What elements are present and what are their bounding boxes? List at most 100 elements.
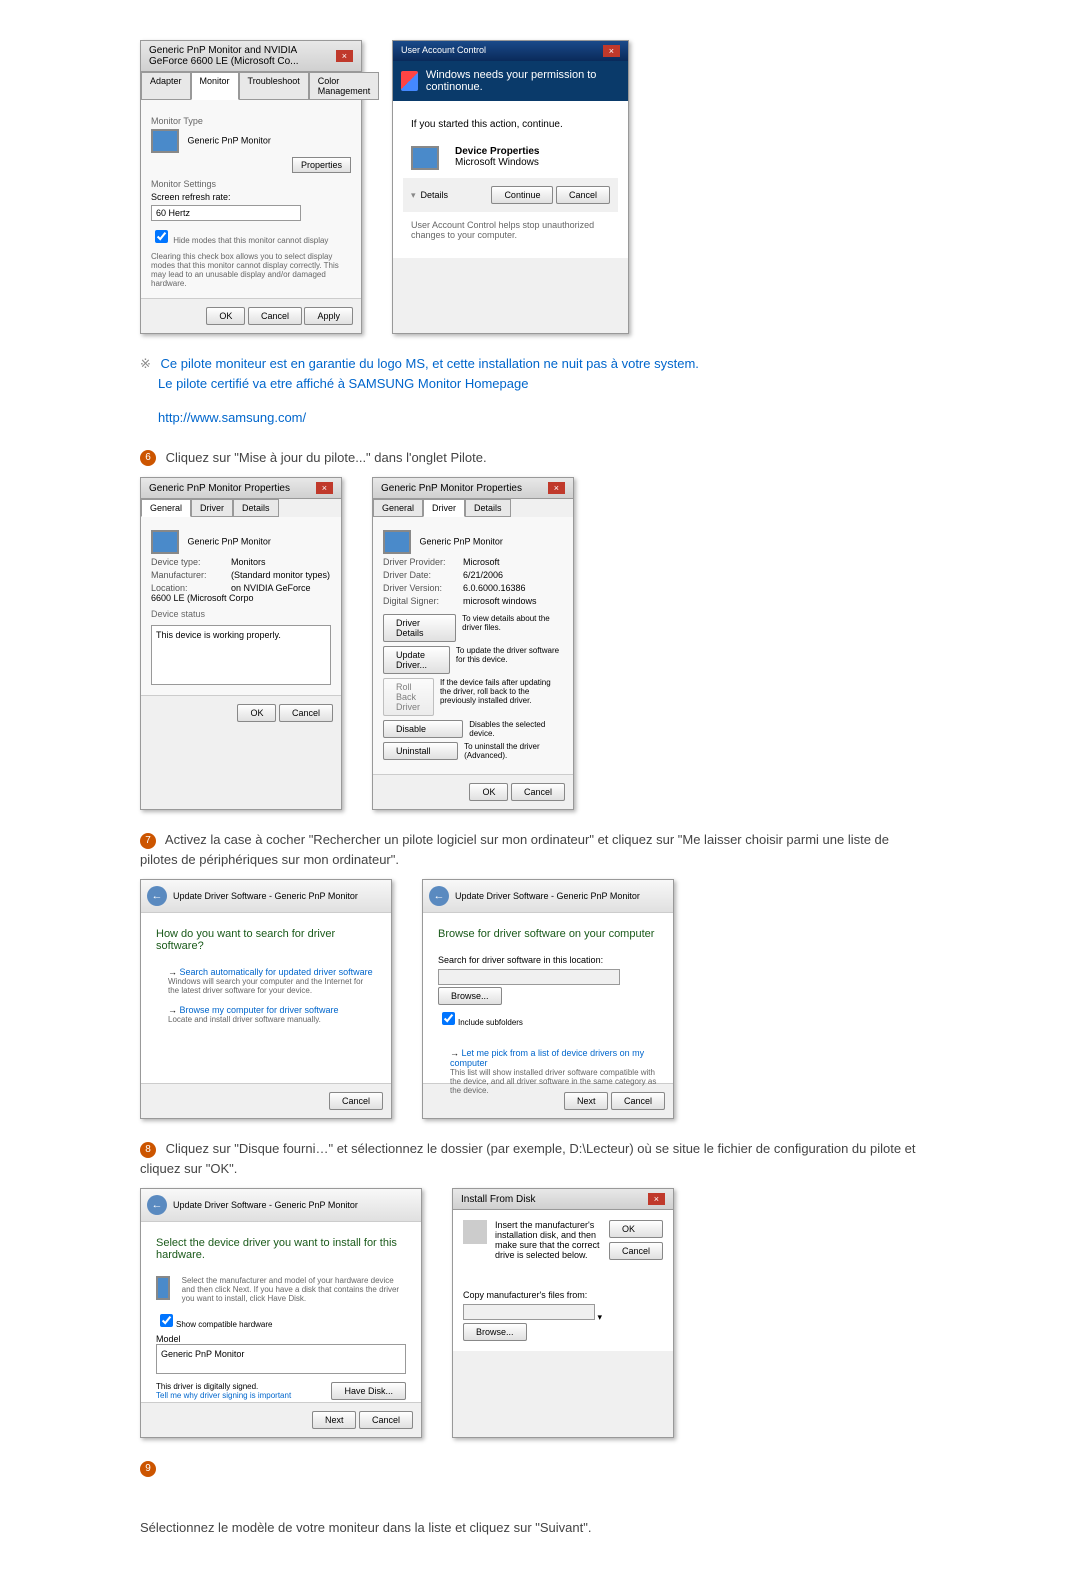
cancel-button[interactable]: Cancel xyxy=(511,783,565,801)
ok-button[interactable]: OK xyxy=(206,307,245,325)
signing-link[interactable]: Tell me why driver signing is important xyxy=(156,1391,291,1400)
tab-troubleshoot[interactable]: Troubleshoot xyxy=(239,72,309,100)
hide-modes-desc: Clearing this check box allows you to se… xyxy=(151,252,351,288)
back-arrow-icon[interactable]: ← xyxy=(147,886,167,906)
step9-text: Sélectionnez le modèle de votre moniteur… xyxy=(140,1520,591,1535)
uac-titlebar: User Account Control × xyxy=(393,41,628,61)
device-props: Device Properties xyxy=(455,146,540,157)
step8-text: Cliquez sur "Disque fourni…" et sélectio… xyxy=(140,1141,916,1176)
tabs: Adapter Monitor Troubleshoot Color Manag… xyxy=(141,72,361,100)
cancel-button[interactable]: Cancel xyxy=(556,186,610,204)
step-9-icon: 9 xyxy=(140,1461,156,1477)
step7-text: Activez la case à cocher "Rechercher un … xyxy=(140,832,889,867)
monitor-icon xyxy=(151,129,179,153)
wizard-select-dialog: ← Update Driver Software - Generic PnP M… xyxy=(140,1188,422,1438)
dialog-title: Generic PnP Monitor Properties xyxy=(381,483,522,494)
have-disk-button[interactable]: Have Disk... xyxy=(331,1382,406,1400)
note-line1: Ce pilote moniteur est en garantie du lo… xyxy=(161,356,699,371)
uac-footer: User Account Control helps stop unauthor… xyxy=(403,212,618,248)
cancel-button[interactable]: Cancel xyxy=(359,1411,413,1429)
cancel-button[interactable]: Cancel xyxy=(609,1242,663,1260)
wizard-search-dialog: ← Update Driver Software - Generic PnP M… xyxy=(140,879,392,1119)
ok-button[interactable]: OK xyxy=(609,1220,663,1238)
hide-modes-label: Hide modes that this monitor cannot disp… xyxy=(173,236,328,245)
cancel-button[interactable]: Cancel xyxy=(611,1092,665,1110)
monitor-type-label: Monitor Type xyxy=(151,116,351,126)
dialog-titlebar: Generic PnP Monitor and NVIDIA GeForce 6… xyxy=(141,41,361,72)
tab-general[interactable]: General xyxy=(373,499,423,517)
ok-button[interactable]: OK xyxy=(469,783,508,801)
cancel-button[interactable]: Cancel xyxy=(329,1092,383,1110)
tab-details[interactable]: Details xyxy=(233,499,279,517)
monitor-icon xyxy=(151,530,179,554)
refresh-label: Screen refresh rate: xyxy=(151,192,351,202)
option-browse[interactable]: → Browse my computer for driver software… xyxy=(156,1005,376,1024)
tab-driver[interactable]: Driver xyxy=(191,499,233,517)
uninstall-button[interactable]: Uninstall xyxy=(383,742,458,760)
properties-button[interactable]: Properties xyxy=(292,157,351,173)
browse-button[interactable]: Browse... xyxy=(463,1323,527,1341)
rollback-button[interactable]: Roll Back Driver xyxy=(383,678,434,716)
model-list[interactable]: Generic PnP Monitor xyxy=(156,1344,406,1374)
wizard-browse-dialog: ← Update Driver Software - Generic PnP M… xyxy=(422,879,674,1119)
settings-label: Monitor Settings xyxy=(151,179,351,189)
close-icon[interactable]: × xyxy=(548,482,565,494)
monitor-name: Generic PnP Monitor xyxy=(188,536,271,546)
monitor-icon xyxy=(383,530,411,554)
chevron-down-icon[interactable]: ▾ xyxy=(411,190,416,201)
tab-monitor[interactable]: Monitor xyxy=(191,72,239,100)
step-6-icon: 6 xyxy=(140,450,156,466)
close-icon[interactable]: × xyxy=(336,50,353,62)
disk-icon xyxy=(463,1220,487,1244)
uac-dialog: User Account Control × Windows needs you… xyxy=(392,40,629,334)
option-search-auto[interactable]: → Search automatically for updated drive… xyxy=(156,967,376,995)
step-8-icon: 8 xyxy=(140,1142,156,1158)
back-arrow-icon[interactable]: ← xyxy=(429,886,449,906)
cancel-button[interactable]: Cancel xyxy=(279,704,333,722)
back-arrow-icon[interactable]: ← xyxy=(147,1195,167,1215)
step6-text: Cliquez sur "Mise à jour du pilote..." d… xyxy=(166,450,487,465)
close-icon[interactable]: × xyxy=(316,482,333,494)
cancel-button[interactable]: Cancel xyxy=(248,307,302,325)
note-text: ※ Ce pilote moniteur est en garantie du … xyxy=(140,354,920,393)
tab-driver[interactable]: Driver xyxy=(423,499,465,517)
ok-button[interactable]: OK xyxy=(237,704,276,722)
monitor-icon xyxy=(156,1276,170,1300)
tab-details[interactable]: Details xyxy=(465,499,511,517)
details-label[interactable]: Details xyxy=(421,190,449,200)
update-driver-button[interactable]: Update Driver... xyxy=(383,646,450,674)
note-line2: Le pilote certifié va etre affiché à SAM… xyxy=(158,376,528,391)
close-icon[interactable]: × xyxy=(603,45,620,57)
uac-started: If you started this action, continue. xyxy=(403,111,618,138)
path-input[interactable] xyxy=(463,1304,595,1320)
disable-button[interactable]: Disable xyxy=(383,720,463,738)
note-marker-icon: ※ xyxy=(140,356,151,371)
continue-button[interactable]: Continue xyxy=(491,186,553,204)
next-button[interactable]: Next xyxy=(564,1092,609,1110)
dialog-title: Generic PnP Monitor Properties xyxy=(149,483,290,494)
close-icon[interactable]: × xyxy=(648,1193,665,1205)
ms-windows: Microsoft Windows xyxy=(455,157,540,168)
device-icon xyxy=(411,146,439,170)
next-button[interactable]: Next xyxy=(312,1411,357,1429)
tab-adapter[interactable]: Adapter xyxy=(141,72,191,100)
browse-button[interactable]: Browse... xyxy=(438,987,502,1005)
dialog-title-text: Generic PnP Monitor and NVIDIA GeForce 6… xyxy=(149,45,336,67)
tab-color[interactable]: Color Management xyxy=(309,72,380,100)
apply-button[interactable]: Apply xyxy=(304,307,353,325)
tab-general[interactable]: General xyxy=(141,499,191,517)
uac-title-text: User Account Control xyxy=(401,45,486,57)
driver-details-button[interactable]: Driver Details xyxy=(383,614,456,642)
step-7-icon: 7 xyxy=(140,833,156,849)
shield-icon xyxy=(401,71,418,91)
props-general-dialog: Generic PnP Monitor Properties × General… xyxy=(140,477,342,810)
samsung-link[interactable]: http://www.samsung.com/ xyxy=(158,410,306,425)
refresh-dropdown[interactable]: 60 Hertz xyxy=(151,205,301,221)
location-input[interactable] xyxy=(438,969,620,985)
install-from-disk-dialog: Install From Disk × Insert the manufactu… xyxy=(452,1188,674,1438)
include-checkbox[interactable] xyxy=(442,1012,455,1025)
hide-modes-checkbox[interactable] xyxy=(155,230,168,243)
uac-banner: Windows needs your permission to contino… xyxy=(393,61,628,101)
monitor-properties-dialog: Generic PnP Monitor and NVIDIA GeForce 6… xyxy=(140,40,362,334)
compat-checkbox[interactable] xyxy=(160,1314,173,1327)
